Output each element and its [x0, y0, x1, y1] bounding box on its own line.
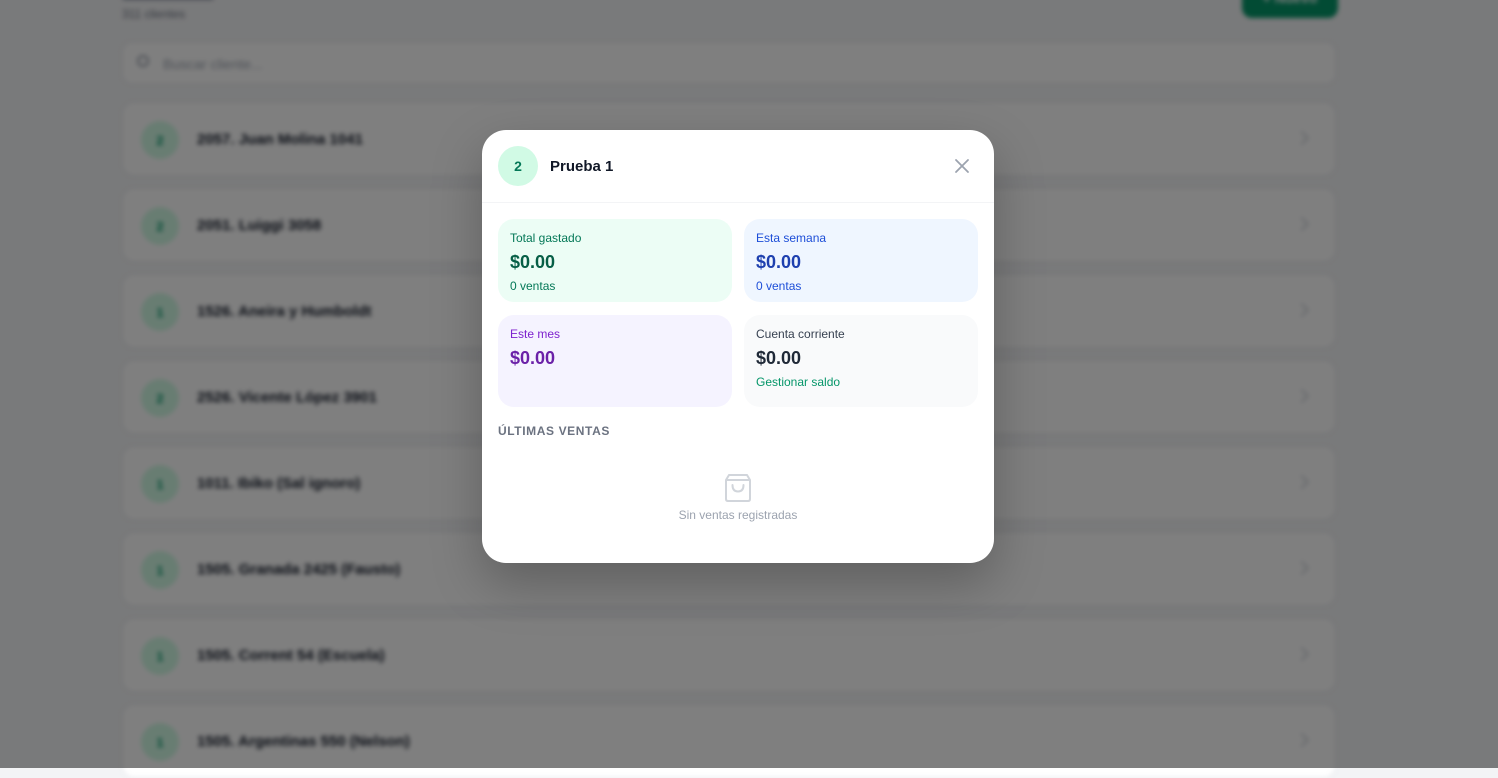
recent-sales-title: ÚLTIMAS VENTAS [498, 424, 610, 438]
stat-label: Este mes [510, 327, 561, 341]
close-button[interactable] [950, 154, 974, 178]
this-week-card: Esta semana $0.00 0 ventas [744, 219, 978, 302]
current-account-card: Cuenta corriente $0.00 Gestionar saldo [744, 315, 978, 407]
stat-sales-count: 0 ventas [756, 279, 802, 293]
stat-sales-count: 0 ventas [510, 279, 556, 293]
client-name: Prueba 1 [550, 158, 614, 175]
stat-value: $0.00 [510, 348, 556, 368]
stat-label: Cuenta corriente [756, 327, 845, 341]
stat-value: $0.00 [510, 252, 556, 272]
avatar: 2 [498, 146, 538, 186]
client-detail-modal: 2 Prueba 1 Total gastado $0.00 0 ventas … [482, 130, 994, 563]
total-spent-card: Total gastado $0.00 0 ventas [498, 219, 732, 302]
this-month-card: Este mes $0.00 [498, 315, 732, 407]
manage-balance-link[interactable]: Gestionar saldo [756, 375, 966, 390]
modal-header: 2 Prueba 1 [482, 130, 994, 203]
stat-value: $0.00 [756, 348, 802, 368]
close-icon [955, 159, 969, 173]
shopping-bag-icon [725, 474, 751, 502]
stat-value: $0.00 [756, 252, 802, 272]
stat-label: Total gastado [510, 231, 582, 245]
empty-state-text: Sin ventas registradas [678, 508, 798, 522]
stat-label: Esta semana [756, 231, 827, 245]
